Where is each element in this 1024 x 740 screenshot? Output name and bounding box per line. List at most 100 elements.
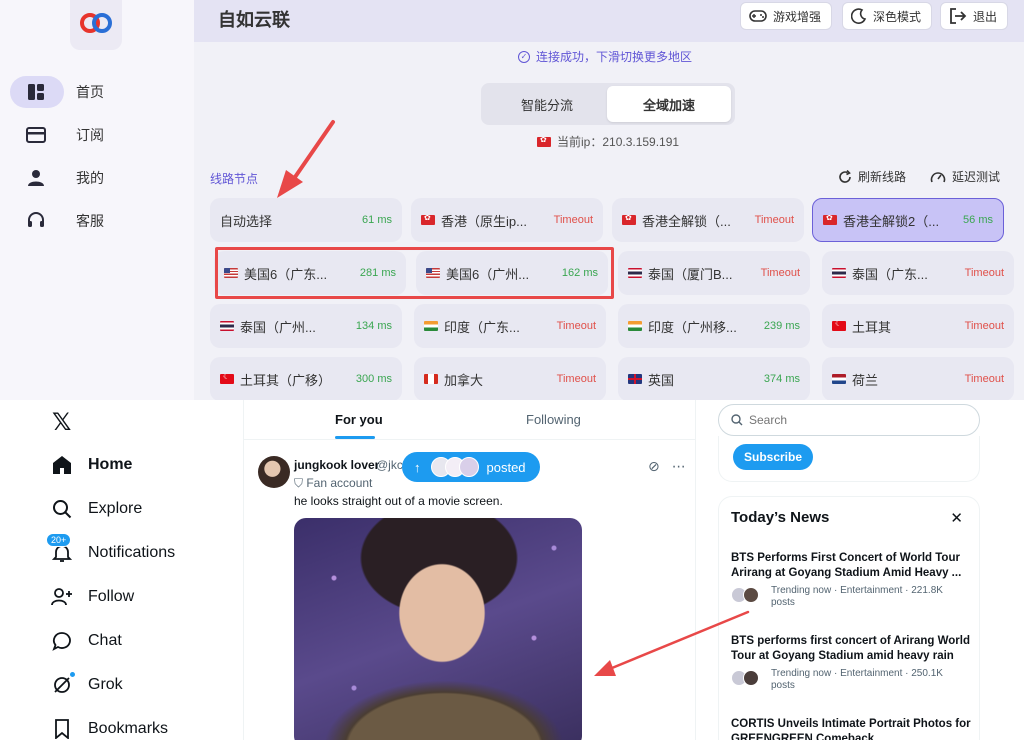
gamepad-icon [749,9,767,23]
node-th-guangdong[interactable]: 泰国（广东... Timeout [822,251,1014,295]
vpn-sidebar: 首页 订阅 我的 客服 [0,0,194,400]
nav-label-home: 首页 [76,84,104,100]
grok-icon [50,671,76,697]
node-hk-unlock-2[interactable]: 香港全解锁2（... 56 ms [812,198,1004,242]
refresh-routes-label: 刷新线路 [858,170,907,184]
tab-for-you[interactable]: For you [335,412,383,427]
tweet-author-avatar[interactable] [258,456,290,488]
node-latency: 374 ms [763,373,800,385]
node-netherlands[interactable]: 荷兰 Timeout [822,357,1014,400]
game-boost-button[interactable]: 游戏增强 [740,2,833,30]
node-name: 香港全解锁（... [642,213,731,229]
x-nav-bookmarks[interactable]: Bookmarks [50,714,168,740]
nav-item-support[interactable]: 客服 [10,205,182,237]
x-nav-chat[interactable]: Chat [50,626,122,656]
node-hk-native[interactable]: 香港（原生ip... Timeout [411,198,603,242]
node-th-xiamen[interactable]: 泰国（厦门B... Timeout [618,251,810,295]
x-right-sidebar: Subscribe Today’s News ✕ BTS Performs Fi… [696,400,1024,740]
new-posts-pill[interactable]: ↑ posted [402,452,540,482]
news-posts-label: posts [771,597,795,608]
hong-kong-flag-icon [823,215,837,225]
chat-bubble-icon [50,629,74,653]
node-turkey-guangyi[interactable]: 土耳其（广移） 300 ms [210,357,402,400]
node-hk-unlock[interactable]: 香港全解锁（... Timeout [612,198,804,242]
mode-global-accel[interactable]: 全域加速 [607,86,731,122]
tweet-author-handle[interactable]: @jkc [376,458,403,472]
premium-card: Subscribe [718,436,980,482]
news-avatars [731,668,765,688]
logout-icon [949,8,967,24]
node-latency: Timeout [553,214,593,226]
hong-kong-flag-icon [537,136,551,147]
grok-new-dot [69,671,76,678]
node-latency: 61 ms [362,214,392,226]
node-uk[interactable]: 英国 374 ms [618,357,810,400]
app-logo [70,0,122,50]
active-tab-indicator [335,436,375,439]
x-timeline: For you Following jungkook lover @jkc ⛉ … [244,400,696,740]
x-sidebar: 𝕏 Home Explore 20+ Notifications Follow [0,400,244,740]
todays-news-card: Today’s News ✕ BTS Performs First Concer… [718,496,980,740]
grok-explain-icon[interactable]: ⊘ [648,458,660,475]
news-meta-text: Trending now · Entertainment · 221.8K po… [771,585,943,609]
x-nav-notifications[interactable]: 20+ Notifications [46,533,176,568]
nav-label-support: 客服 [76,213,104,229]
uk-flag-icon [628,374,642,384]
vpn-main: 自如云联 游戏增强 深色模式 退出 ✓ 连接成功，下滑切换更多地区 智能分流 全… [194,0,1024,400]
x-nav-follow[interactable]: Follow [50,582,134,612]
node-latency: Timeout [760,267,800,279]
tweet-author-name[interactable]: jungkook lover [294,458,379,472]
thailand-flag-icon [220,321,234,331]
news-item[interactable]: CORTIS Unveils Intimate Portrait Photos … [731,717,975,740]
nav-item-mine[interactable]: 我的 [10,162,182,194]
news-meta-line: Trending now · Entertainment · 221.8K [771,585,943,596]
refresh-routes-button[interactable]: 刷新线路 [838,168,906,185]
node-name: 印度（广州移... [648,319,737,335]
node-canada[interactable]: 加拿大 Timeout [414,357,606,400]
x-nav-grok[interactable]: Grok [50,670,123,700]
tweet-media-image[interactable] [294,518,582,740]
x-logo-icon[interactable]: 𝕏 [52,408,71,437]
node-in-guangdong[interactable]: 印度（广东... Timeout [414,304,606,348]
x-nav-label: Home [88,456,133,473]
logout-button[interactable]: 退出 [940,2,1009,30]
subscribe-button[interactable]: Subscribe [733,444,813,470]
node-turkey[interactable]: 土耳其 Timeout [822,304,1014,348]
dark-mode-button[interactable]: 深色模式 [842,2,933,30]
node-auto-select[interactable]: 自动选择 61 ms [210,198,402,242]
fan-account-text: Fan account [306,476,373,490]
turkey-flag-icon [220,374,234,384]
search-icon [731,414,743,426]
node-name: 香港全解锁2（... [843,213,940,229]
node-latency: Timeout [964,267,1004,279]
x-nav-home[interactable]: Home [50,450,132,480]
tab-following[interactable]: Following [526,412,581,427]
node-th-guangzhou[interactable]: 泰国（广州... 134 ms [210,304,402,348]
mode-smart-split[interactable]: 智能分流 [485,86,609,122]
node-name: 加拿大 [444,372,484,388]
nav-item-subscription[interactable]: 订阅 [10,119,182,151]
x-nav-label: Notifications [88,544,176,561]
close-icon[interactable]: ✕ [950,509,963,527]
arrow-up-icon: ↑ [414,459,421,475]
home-icon [50,453,74,477]
add-person-icon [50,585,74,609]
app-title: 自如云联 [218,10,290,30]
news-item[interactable]: BTS performs first concert of Arirang Wo… [731,634,975,692]
current-ip: 当前ip：210.3.159.191 [537,133,679,150]
x-app-window: 𝕏 Home Explore 20+ Notifications Follow [0,400,1024,740]
news-meta-line: Trending now · Entertainment · 250.1K [771,668,943,679]
search-input[interactable] [749,413,949,427]
news-meta: Trending now · Entertainment · 221.8K po… [731,585,975,609]
latency-test-button[interactable]: 延迟测试 [930,168,1000,185]
x-nav-explore[interactable]: Explore [50,494,142,524]
news-item[interactable]: BTS Performs First Concert of World Tour… [731,551,975,609]
news-meta: Trending now · Entertainment · 250.1K po… [731,668,975,692]
more-options-icon[interactable]: ⋯ [672,458,686,475]
node-in-guangzhou[interactable]: 印度（广州移... 239 ms [618,304,810,348]
x-nav-label: Grok [88,676,123,693]
x-search-box[interactable] [718,404,980,436]
node-latency: 56 ms [963,214,993,226]
nav-item-home[interactable]: 首页 [10,76,104,108]
logout-label: 退出 [973,9,998,24]
